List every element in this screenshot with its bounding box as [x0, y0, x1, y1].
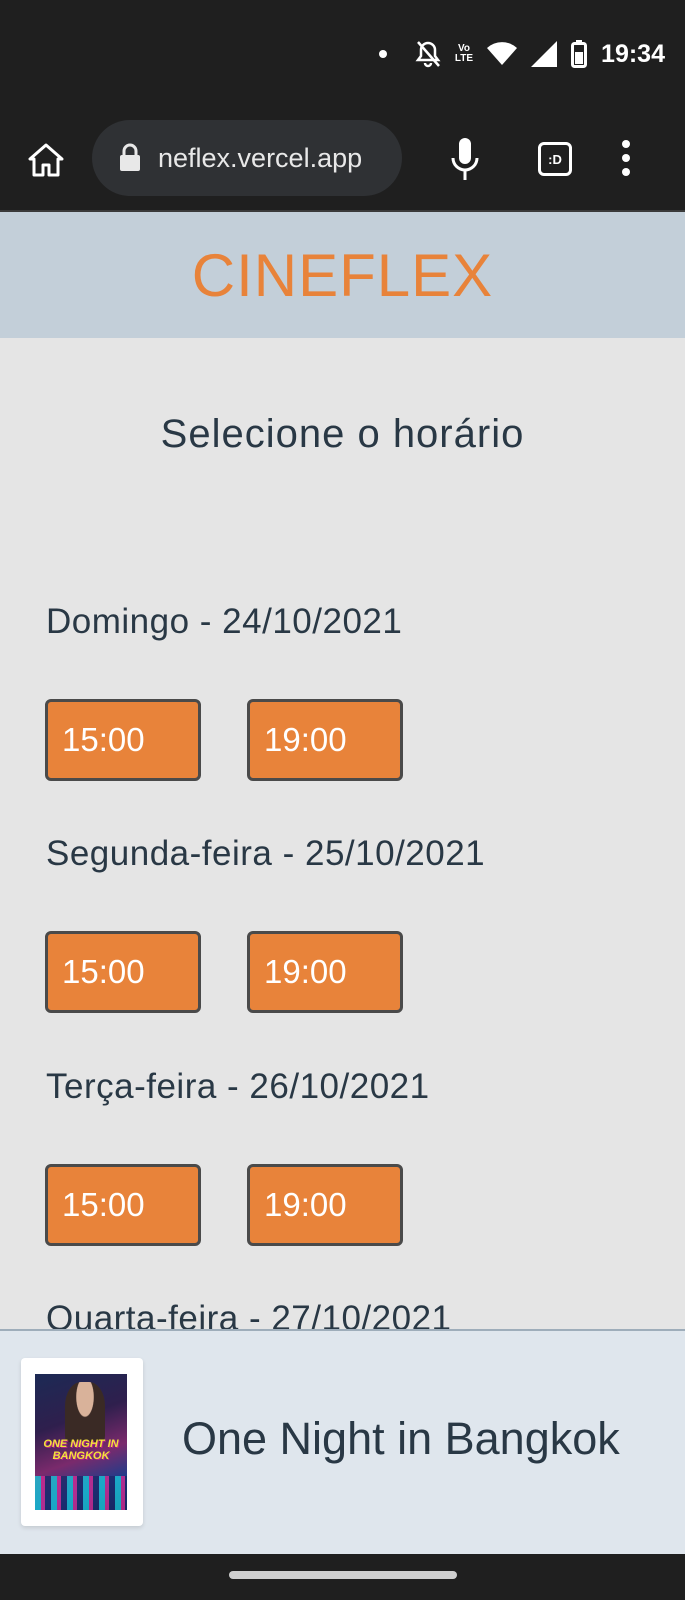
system-nav-bar: [0, 1554, 685, 1600]
showtime-button[interactable]: 15:00: [45, 1164, 201, 1246]
showtime-button[interactable]: 15:00: [45, 699, 201, 781]
showtime-button[interactable]: 19:00: [247, 931, 403, 1013]
microphone-icon[interactable]: [450, 136, 480, 182]
movie-footer: ONE NIGHT IN BANGKOK One Night in Bangko…: [0, 1329, 685, 1554]
page-title: Selecione o horário: [160, 412, 525, 456]
gesture-handle[interactable]: [229, 1571, 457, 1579]
showtime-button[interactable]: 19:00: [247, 1164, 403, 1246]
poster-city-art: [35, 1476, 127, 1510]
browser-toolbar: neflex.vercel.app :D: [0, 106, 685, 212]
home-icon[interactable]: [26, 140, 66, 180]
poster-figure: [65, 1382, 105, 1442]
showtime-button[interactable]: 15:00: [45, 931, 201, 1013]
status-bar: Vo LTE 19:34: [0, 0, 685, 106]
poster-frame: ONE NIGHT IN BANGKOK: [21, 1358, 143, 1526]
movie-title: One Night in Bangkok: [182, 1413, 620, 1464]
notification-dot-icon: [378, 50, 387, 58]
tabs-count: :D: [548, 151, 562, 167]
day-label-segunda: Segunda-feira - 25/10/2021: [46, 834, 486, 873]
volte-bottom: LTE: [454, 53, 474, 64]
tabs-icon[interactable]: :D: [538, 142, 572, 176]
movie-poster: ONE NIGHT IN BANGKOK: [35, 1374, 127, 1510]
day-label-domingo: Domingo - 24/10/2021: [46, 602, 403, 641]
bell-off-icon: [415, 41, 441, 68]
url-text: neflex.vercel.app: [158, 142, 363, 173]
volte-icon: Vo LTE: [455, 44, 473, 64]
address-bar[interactable]: neflex.vercel.app: [92, 120, 402, 196]
site-logo[interactable]: CINEFLEX: [192, 241, 493, 310]
poster-title-art: ONE NIGHT IN BANGKOK: [43, 1438, 119, 1462]
day-label-terca: Terça-feira - 26/10/2021: [46, 1067, 430, 1106]
battery-icon: [571, 40, 588, 68]
status-time: 19:34: [601, 39, 665, 68]
wifi-icon: [487, 42, 518, 65]
site-header: CINEFLEX: [0, 212, 685, 338]
cell-signal-icon: [531, 41, 558, 67]
more-vert-icon[interactable]: [622, 140, 630, 176]
showtime-button[interactable]: 19:00: [247, 699, 403, 781]
lock-icon: [120, 143, 140, 171]
